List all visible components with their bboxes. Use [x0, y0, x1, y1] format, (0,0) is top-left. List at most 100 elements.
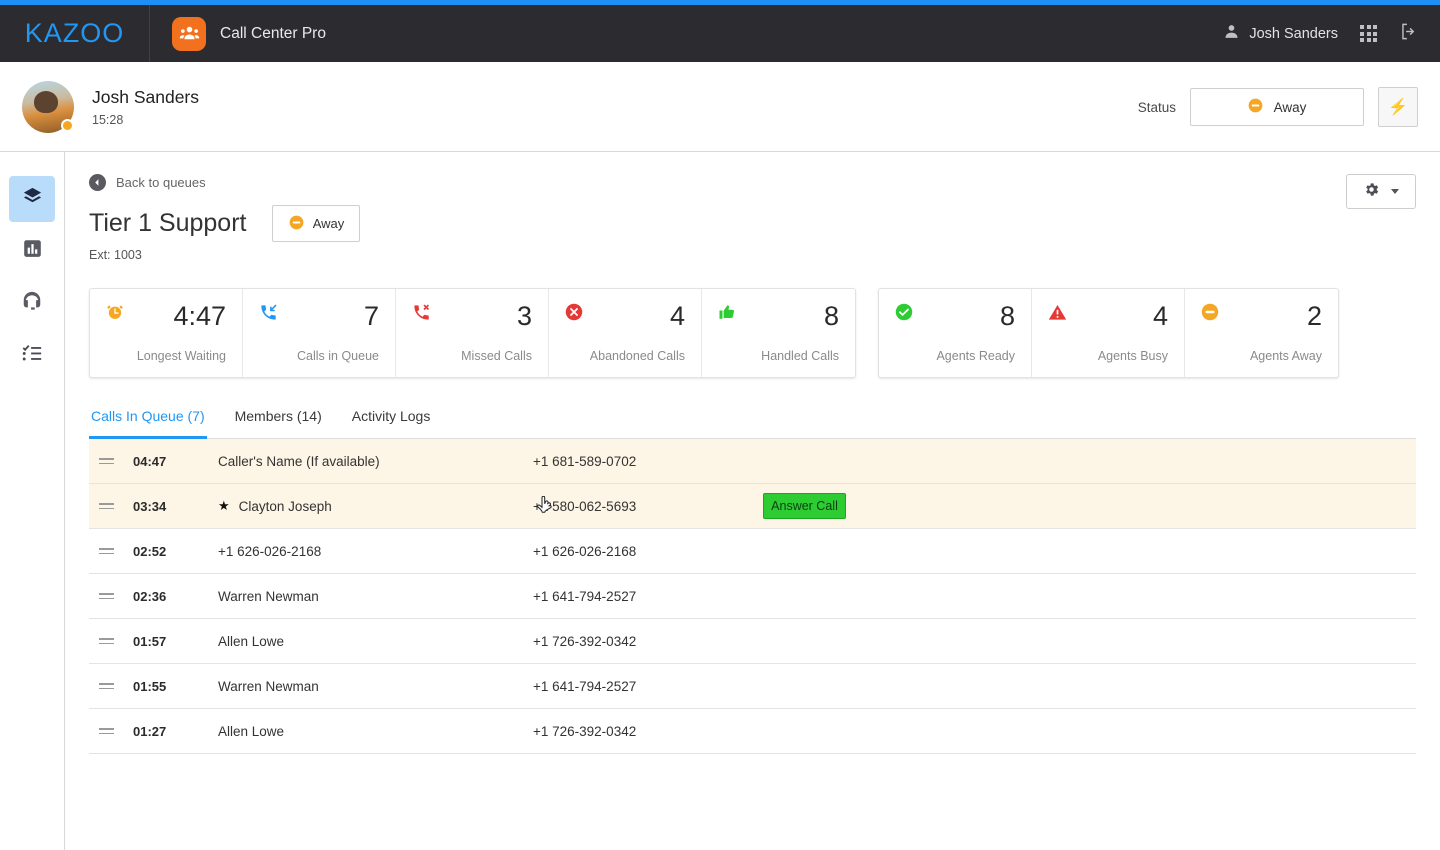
logout-icon[interactable] — [1399, 22, 1418, 46]
sidebar — [0, 152, 65, 850]
stat-label: Longest Waiting — [136, 349, 226, 363]
header-user-name: Josh Sanders — [1249, 25, 1338, 42]
alarm-clock-icon — [106, 303, 124, 326]
stat-value: 7 — [363, 301, 379, 331]
queue-settings-button[interactable] — [1346, 174, 1416, 209]
queue-header: Tier 1 Support Away — [89, 205, 1416, 242]
back-to-queues-link[interactable]: Back to queues — [89, 174, 206, 191]
user-icon — [1223, 23, 1240, 45]
queue-panel: Back to queues Tier 1 Support Away Ext: … — [65, 152, 1440, 850]
drag-handle-icon[interactable] — [89, 592, 133, 600]
arrow-left-circle-icon — [89, 174, 106, 191]
tabs: Calls In Queue (7) Members (14) Activity… — [89, 408, 1416, 439]
stat-value: 8 — [823, 301, 839, 331]
tab-calls-in-queue[interactable]: Calls In Queue (7) — [89, 408, 207, 439]
header-user[interactable]: Josh Sanders — [1223, 23, 1338, 45]
profile-name: Josh Sanders — [92, 86, 200, 107]
call-wait-timer: 01:27 — [133, 723, 167, 739]
calls-in-queue-list: 04:47 Caller's Name (If available) +1 681-… — [89, 439, 1416, 754]
brand-logo-text: KAZOO — [24, 18, 125, 48]
thumbs-up-icon — [718, 303, 736, 326]
caller-name: ★ Clayton Joseph — [218, 498, 533, 514]
table-row[interactable]: 01:57 Allen Lowe +1 726-392-0342 — [89, 619, 1416, 664]
app-title: Call Center Pro — [220, 24, 326, 42]
stat-abandoned-calls: 4 Abandoned Calls — [549, 289, 702, 377]
tab-members[interactable]: Members (14) — [233, 408, 324, 439]
sidebar-item-agents[interactable] — [9, 280, 55, 326]
stat-label: Agents Ready — [936, 349, 1015, 363]
sidebar-item-queues[interactable] — [9, 176, 55, 222]
queue-title: Tier 1 Support — [89, 209, 247, 237]
sidebar-item-logs[interactable] — [9, 332, 55, 378]
drag-handle-icon[interactable] — [89, 682, 133, 690]
caller-name: Allen Lowe — [218, 634, 533, 649]
stats-group-agents: 8 Agents Ready 4 Agents Busy 2 Agents Aw… — [878, 288, 1339, 378]
header-actions: Josh Sanders — [1223, 5, 1418, 62]
layers-icon — [21, 185, 44, 213]
checklist-icon — [21, 342, 43, 369]
stat-label: Agents Away — [1249, 349, 1322, 363]
caller-phone: +1 641-794-2527 — [533, 588, 637, 604]
caller-name: Warren Newman — [218, 589, 533, 604]
call-wait-timer: 01:57 — [133, 633, 167, 649]
x-circle-icon — [565, 303, 583, 326]
brand-logo[interactable]: KAZOO — [0, 5, 150, 62]
stat-value: 4 — [1152, 301, 1168, 331]
star-icon: ★ — [218, 498, 230, 513]
caller-name-text: Clayton Joseph — [238, 498, 332, 514]
drag-handle-icon[interactable] — [89, 637, 133, 645]
drag-handle-icon[interactable] — [89, 502, 133, 510]
stats-group-calls: 4:47 Longest Waiting 7 Calls in Queue 3 … — [89, 288, 856, 378]
caller-name-text: Allen Lowe — [218, 723, 285, 739]
table-row[interactable]: 01:27 Allen Lowe +1 726-392-0342 — [89, 709, 1416, 754]
stat-label: Handled Calls — [761, 349, 839, 363]
queue-status-badge[interactable]: Away — [272, 205, 361, 242]
profile-time: 15:28 — [92, 112, 124, 127]
status-select[interactable]: Away — [1190, 88, 1364, 126]
table-row[interactable]: 02:36 Warren Newman +1 641-794-2527 — [89, 574, 1416, 619]
tab-activity-logs[interactable]: Activity Logs — [350, 408, 433, 439]
stat-agents-ready: 8 Agents Ready — [879, 289, 1032, 377]
drag-handle-icon[interactable] — [89, 727, 133, 735]
sidebar-item-reports[interactable] — [9, 228, 55, 274]
table-row[interactable]: 01:55 Warren Newman +1 641-794-2527 — [89, 664, 1416, 709]
caller-name-text: Caller's Name (If available) — [218, 453, 380, 469]
queue-status-label: Away — [312, 216, 345, 231]
caller-name-text: Warren Newman — [218, 588, 319, 604]
call-wait-timer: 02:52 — [133, 543, 167, 559]
caller-phone: +1 681-589-0702 — [533, 453, 637, 469]
answer-call-button[interactable]: Answer Call — [763, 493, 846, 519]
caller-name-text: Allen Lowe — [218, 633, 285, 649]
caller-phone: +1 626-026-2168 — [533, 543, 637, 559]
avatar[interactable] — [22, 80, 74, 133]
call-wait-timer: 04:47 — [133, 453, 167, 469]
table-row[interactable]: 03:34 ★ Clayton Joseph +1 580-062-5693 Answe… — [89, 484, 1416, 529]
bar-chart-icon — [22, 238, 43, 264]
app-identity: Call Center Pro — [150, 16, 326, 51]
main-content: Back to queues Tier 1 Support Away Ext: … — [65, 152, 1440, 850]
incoming-call-icon — [259, 303, 278, 327]
back-to-queues-label: Back to queues — [116, 175, 206, 190]
queue-extension: Ext: 1003 — [89, 248, 142, 262]
stat-label: Agents Busy — [1097, 349, 1168, 363]
minus-circle-icon — [1201, 303, 1219, 326]
caller-name-text: Warren Newman — [218, 678, 319, 694]
stat-label: Missed Calls — [461, 349, 532, 363]
check-circle-icon — [895, 303, 913, 326]
stat-value: 3 — [516, 301, 532, 331]
stat-value: 2 — [1306, 301, 1322, 331]
stat-missed-calls: 3 Missed Calls — [396, 289, 549, 377]
stat-label: Calls in Queue — [297, 349, 379, 363]
drag-handle-icon[interactable] — [89, 547, 133, 555]
apps-grid-icon[interactable] — [1360, 25, 1377, 42]
gear-icon — [1363, 181, 1380, 203]
stat-handled-calls: 8 Handled Calls — [702, 289, 855, 377]
profile-bar: Josh Sanders 15:28 Status Away ⚡ — [0, 62, 1440, 152]
warning-triangle-icon — [1048, 303, 1067, 327]
quick-actions-button[interactable]: ⚡ — [1378, 87, 1418, 127]
chevron-down-icon — [1391, 189, 1399, 194]
table-row[interactable]: 02:52 +1 626-026-2168 +1 626-026-2168 — [89, 529, 1416, 574]
table-row[interactable]: 04:47 Caller's Name (If available) +1 681-… — [89, 439, 1416, 484]
stat-agents-busy: 4 Agents Busy — [1032, 289, 1185, 377]
drag-handle-icon[interactable] — [89, 457, 133, 465]
